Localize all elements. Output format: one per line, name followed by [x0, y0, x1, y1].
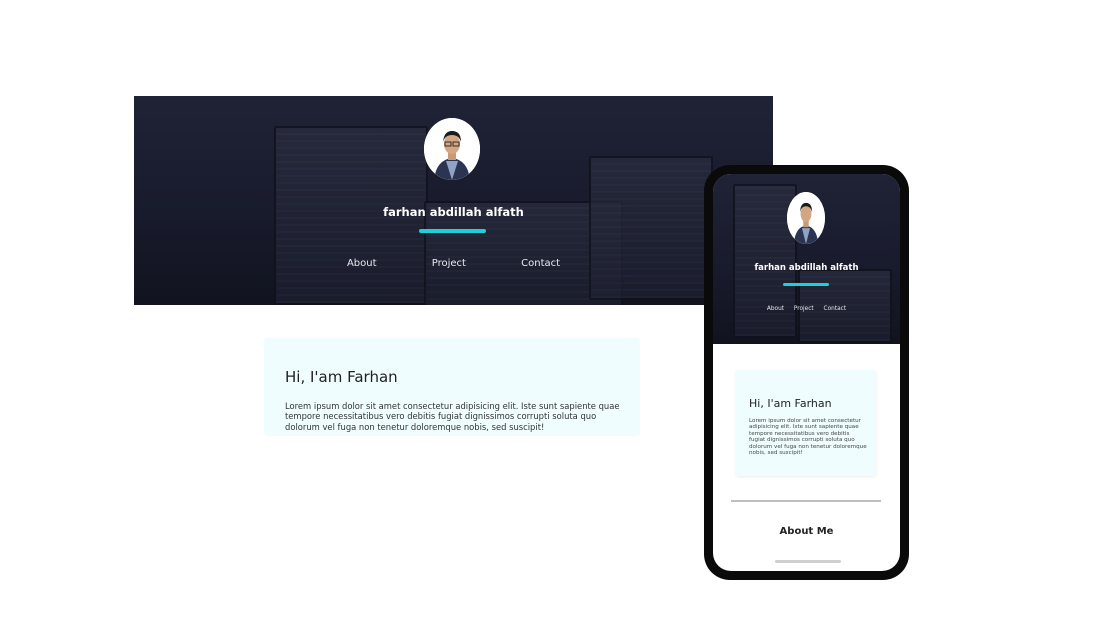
mobile-profile-name: farhan abdillah alfath	[754, 263, 859, 273]
person-photo-icon	[424, 118, 480, 180]
mobile-screen: farhan abdillah alfath About Project Con…	[713, 174, 900, 571]
profile-name: farhan abdillah alfath	[383, 205, 524, 219]
about-me-title: About Me	[779, 526, 834, 537]
avatar	[424, 118, 480, 180]
nav-project-link[interactable]: Project	[432, 258, 466, 269]
intro-card: Hi, I'am Farhan Lorem ipsum dolor sit am…	[264, 338, 640, 436]
home-indicator	[775, 560, 841, 563]
mobile-nav: About Project Contact	[713, 306, 900, 312]
mobile-nav-contact-link[interactable]: Contact	[824, 306, 847, 312]
mobile-intro-heading: Hi, I'am Farhan	[749, 397, 832, 410]
person-photo-icon	[787, 192, 825, 244]
hero-banner: farhan abdillah alfath About Project Con…	[134, 96, 773, 305]
section-divider	[731, 500, 881, 502]
mobile-intro-card: Hi, I'am Farhan Lorem ipsum dolor sit am…	[736, 370, 876, 476]
mobile-intro-text: Lorem ipsum dolor sit amet consectetur a…	[749, 418, 867, 457]
mobile-preview: farhan abdillah alfath About Project Con…	[704, 165, 909, 580]
nav-about-link[interactable]: About	[347, 258, 377, 269]
intro-text: Lorem ipsum dolor sit amet consectetur a…	[285, 401, 620, 432]
intro-heading: Hi, I'am Farhan	[285, 368, 398, 386]
mobile-name-underline	[783, 283, 829, 286]
mobile-nav-about-link[interactable]: About	[767, 306, 784, 312]
mobile-hero-banner: farhan abdillah alfath About Project Con…	[713, 174, 900, 344]
main-nav: About Project Contact	[134, 258, 773, 269]
mobile-nav-project-link[interactable]: Project	[794, 306, 814, 312]
desktop-preview: farhan abdillah alfath About Project Con…	[134, 96, 773, 436]
mobile-avatar	[787, 192, 825, 244]
name-underline	[419, 229, 486, 233]
nav-contact-link[interactable]: Contact	[521, 258, 560, 269]
